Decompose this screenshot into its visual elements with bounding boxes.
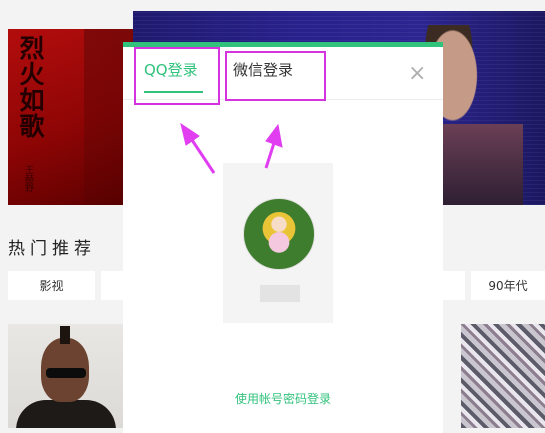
album-calligraphy-title: 烈火如歌 (16, 35, 45, 139)
category-button-hidden-left[interactable] (101, 271, 125, 300)
artist-jacket (16, 400, 116, 428)
category-button-hidden-right[interactable] (441, 271, 465, 300)
artist-sunglasses (46, 368, 86, 378)
category-button-90s[interactable]: 90年代 (471, 271, 545, 300)
quick-login-panel (223, 163, 333, 323)
highlight-box-wechat (225, 51, 326, 101)
nickname-placeholder (260, 285, 300, 302)
close-icon[interactable]: × (408, 63, 426, 85)
highlight-box-qq (134, 47, 220, 105)
artist-hair (60, 326, 70, 344)
section-title-hot: 热门推荐 (8, 239, 96, 259)
playlist-cover-flowers[interactable] (461, 324, 545, 428)
album-artist-text: 王赫野 (23, 165, 33, 192)
album-cover-red[interactable]: 烈火如歌 王赫野 (8, 29, 134, 205)
playlist-cover-artist[interactable] (8, 324, 124, 428)
avatar[interactable] (243, 198, 315, 270)
account-password-login-link[interactable]: 使用帐号密码登录 (123, 390, 443, 407)
category-button-film[interactable]: 影视 (8, 271, 95, 300)
